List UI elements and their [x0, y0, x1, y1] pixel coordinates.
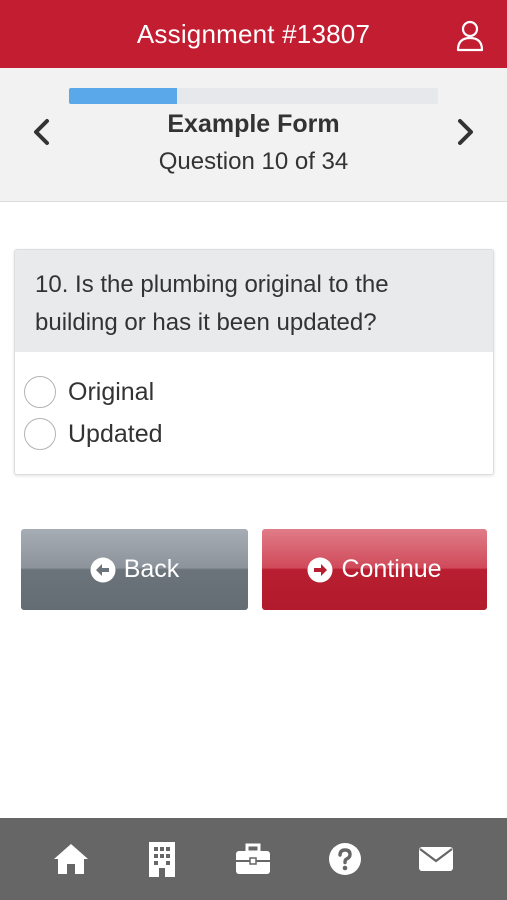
- option-updated[interactable]: Updated: [24, 416, 163, 452]
- radio-updated[interactable]: [24, 418, 56, 450]
- question-counter: Question 10 of 34: [158, 148, 349, 175]
- user-icon[interactable]: [455, 20, 485, 52]
- form-name: Example Form: [167, 110, 340, 138]
- question-text: 10. Is the plumbing original to the buil…: [15, 250, 493, 352]
- building-icon[interactable]: [143, 840, 181, 878]
- option-original[interactable]: Original: [24, 374, 154, 410]
- assignment-title: Assignment #13807: [136, 18, 371, 49]
- continue-label: Continue: [341, 555, 442, 583]
- radio-original[interactable]: [24, 376, 56, 408]
- progress-fill: [69, 88, 178, 104]
- back-button[interactable]: Back: [21, 529, 248, 610]
- progress-bar: [69, 88, 438, 104]
- top-bar: Assignment #13807: [0, 0, 507, 68]
- bottom-nav: [0, 818, 507, 900]
- help-icon[interactable]: [326, 840, 364, 878]
- arrow-left-circle-icon: [90, 557, 116, 582]
- back-label: Back: [123, 555, 180, 583]
- envelope-icon[interactable]: [417, 840, 455, 878]
- continue-button[interactable]: Continue: [262, 529, 487, 610]
- option-label: Updated: [68, 419, 163, 448]
- home-icon[interactable]: [52, 840, 90, 878]
- form-header: Example Form Question 10 of 34: [0, 68, 507, 202]
- option-label: Original: [68, 377, 155, 406]
- chevron-right-icon[interactable]: [453, 116, 477, 148]
- briefcase-icon[interactable]: [234, 840, 272, 878]
- arrow-right-circle-icon: [307, 557, 333, 582]
- question-card: 10. Is the plumbing original to the buil…: [14, 249, 494, 475]
